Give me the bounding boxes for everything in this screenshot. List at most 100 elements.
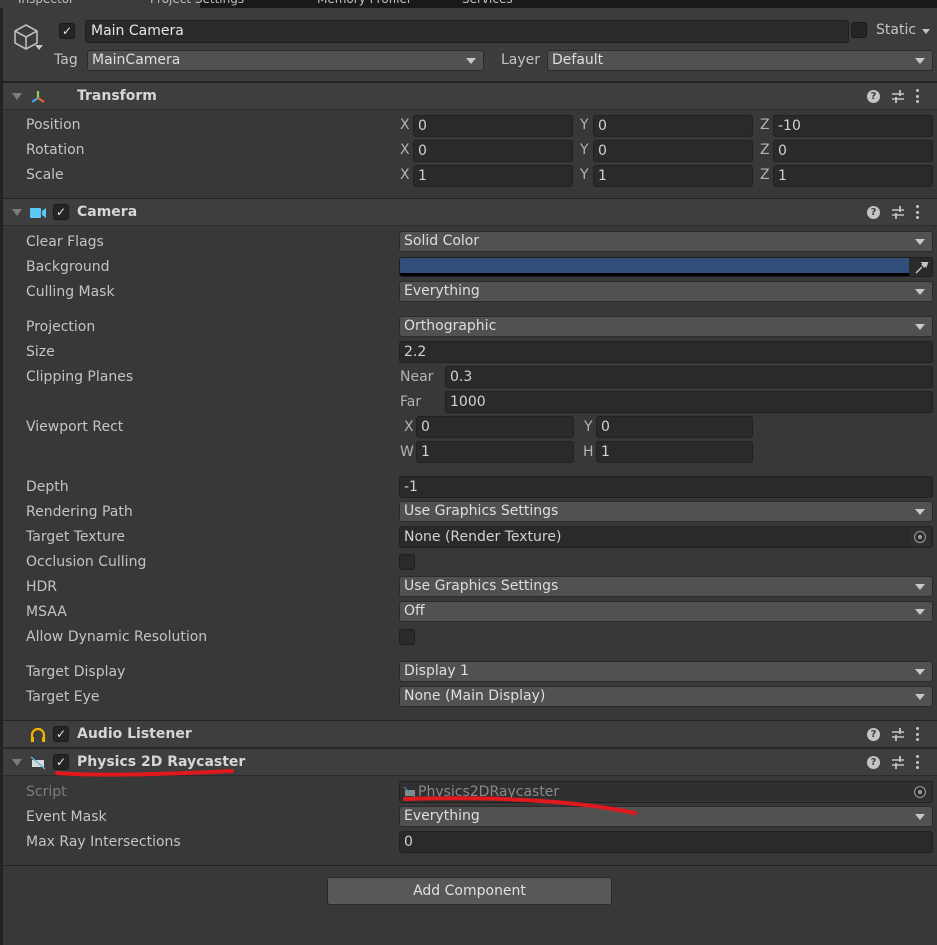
tag-dropdown[interactable]: MainCamera [87,50,484,71]
event-mask-dropdown[interactable]: Everything [399,806,933,827]
rotation-label: Rotation [26,142,85,158]
target-display-dropdown[interactable]: Display 1 [399,661,933,682]
kebab-menu-icon[interactable] [916,89,920,104]
script-field[interactable]: Physics2DRaycaster [399,781,933,803]
rotation-x-field[interactable]: 0 [413,140,573,162]
camera-header[interactable]: ✓ Camera ? [3,198,937,226]
kebab-menu-icon[interactable] [916,205,920,220]
axis-label-y[interactable]: Y [580,167,589,183]
gameobject-name-field[interactable]: Main Camera [85,20,849,43]
viewport-w-field[interactable]: 1 [416,441,574,463]
size-field[interactable]: 2.2 [399,341,933,363]
layer-label: Layer [501,52,541,68]
help-icon[interactable]: ? [867,90,880,103]
max-ray-field[interactable]: 0 [399,831,933,853]
target-eye-dropdown[interactable]: None (Main Display) [399,686,933,707]
viewport-y-field[interactable]: 0 [596,416,753,438]
far-field[interactable]: 1000 [445,391,933,413]
layer-value: Default [552,52,604,68]
culling-mask-value: Everything [404,283,480,299]
presets-icon[interactable] [891,727,905,742]
viewport-x-label[interactable]: X [404,419,414,435]
object-picker-icon[interactable] [910,528,930,546]
gameobject-header: ✓ Main Camera Static Tag MainCamera Laye… [3,8,937,82]
presets-icon[interactable] [891,755,905,770]
audio-listener-enabled-checkbox[interactable]: ✓ [53,726,69,742]
size-label: Size [26,344,55,360]
rendering-path-dropdown[interactable]: Use Graphics Settings [399,501,933,522]
culling-mask-dropdown[interactable]: Everything [399,281,933,302]
viewport-h-field[interactable]: 1 [596,441,753,463]
foldout-arrow-icon[interactable] [12,759,22,766]
position-y-field[interactable]: 0 [593,115,753,137]
target-eye-value: None (Main Display) [404,688,546,704]
layer-dropdown[interactable]: Default [547,50,933,71]
scale-z-field[interactable]: 1 [773,165,933,187]
event-mask-label: Event Mask [26,809,107,825]
add-component-button[interactable]: Add Component [327,877,612,905]
background-color-field[interactable] [399,257,933,277]
divider [3,865,937,866]
chevron-down-icon [915,239,925,245]
help-icon[interactable]: ? [867,756,880,769]
tab-services[interactable]: Services [462,0,513,8]
object-picker-icon[interactable] [910,783,930,801]
far-label[interactable]: Far [400,394,421,410]
presets-icon[interactable] [891,89,905,104]
axis-label-x[interactable]: X [400,142,410,158]
gameobject-active-checkbox[interactable]: ✓ [59,23,75,39]
hdr-dropdown[interactable]: Use Graphics Settings [399,576,933,597]
tab-memory-profiler[interactable]: Memory Profiler [317,0,412,8]
rotation-y-field[interactable]: 0 [593,140,753,162]
foldout-arrow-icon[interactable] [12,209,22,216]
foldout-arrow-icon[interactable] [12,93,22,100]
axis-label-z[interactable]: Z [760,117,770,133]
kebab-menu-icon[interactable] [916,755,920,770]
presets-icon[interactable] [891,205,905,220]
help-icon[interactable]: ? [867,206,880,219]
occlusion-culling-checkbox[interactable] [399,554,415,570]
rotation-z-field[interactable]: 0 [773,140,933,162]
axis-label-x[interactable]: X [400,167,410,183]
near-label[interactable]: Near [400,369,433,385]
camera-enabled-checkbox[interactable]: ✓ [53,204,69,220]
clear-flags-label: Clear Flags [26,234,104,250]
static-checkbox[interactable] [851,22,867,38]
axis-label-x[interactable]: X [400,117,410,133]
transform-header[interactable]: Transform ? [3,82,937,110]
msaa-dropdown[interactable]: Off [399,601,933,622]
scale-x-field[interactable]: 1 [413,165,573,187]
axis-label-z[interactable]: Z [760,142,770,158]
depth-field[interactable]: -1 [399,476,933,498]
viewport-h-label[interactable]: H [583,444,594,460]
axis-label-y[interactable]: Y [580,117,589,133]
kebab-menu-icon[interactable] [916,727,920,742]
viewport-w-label[interactable]: W [400,444,414,460]
icon-dropdown-caret[interactable] [35,45,43,50]
chevron-down-icon [915,814,925,820]
tab-project-settings[interactable]: Project Settings [150,0,244,8]
projection-dropdown[interactable]: Orthographic [399,316,933,337]
static-dropdown-caret[interactable] [922,29,930,34]
background-color-swatch[interactable] [400,258,909,273]
target-display-label: Target Display [26,664,126,680]
chevron-down-icon [915,609,925,615]
eyedropper-icon[interactable] [913,260,929,276]
help-icon[interactable]: ? [867,728,880,741]
axis-label-y[interactable]: Y [580,142,589,158]
chevron-down-icon [915,509,925,515]
position-z-field[interactable]: -10 [773,115,933,137]
axis-label-z[interactable]: Z [760,167,770,183]
viewport-x-field[interactable]: 0 [416,416,574,438]
projection-label: Projection [26,319,96,335]
target-texture-field[interactable]: None (Render Texture) [399,526,933,548]
audio-listener-header[interactable]: ✓ Audio Listener ? [3,720,937,748]
near-field[interactable]: 0.3 [445,366,933,388]
clear-flags-dropdown[interactable]: Solid Color [399,231,933,252]
position-x-field[interactable]: 0 [413,115,573,137]
raycaster-header[interactable]: ✓ Physics 2D Raycaster ? [3,748,937,776]
raycaster-enabled-checkbox[interactable]: ✓ [53,754,69,770]
viewport-y-label[interactable]: Y [584,419,593,435]
dynamic-resolution-checkbox[interactable] [399,629,415,645]
scale-y-field[interactable]: 1 [593,165,753,187]
